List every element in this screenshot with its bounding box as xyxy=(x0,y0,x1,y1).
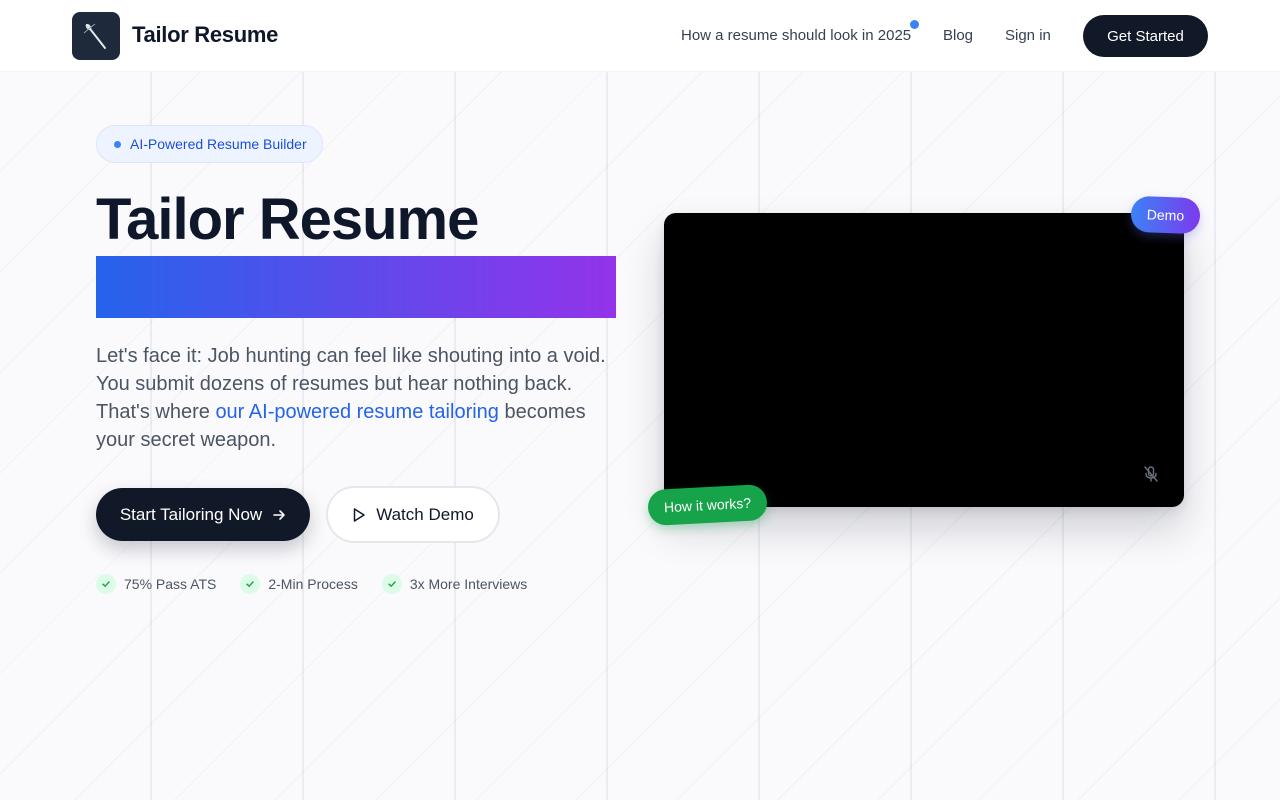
brand-name[interactable]: Tailor Resume xyxy=(132,22,278,48)
how-it-works-tag[interactable]: How it works? xyxy=(647,483,768,527)
gradient-highlight-bar xyxy=(96,256,616,318)
stat-label: 75% Pass ATS xyxy=(124,576,217,592)
stats-row: 75% Pass ATS 2-Min Process 3x More Inter… xyxy=(96,574,527,594)
nav-link-resume-2025[interactable]: How a resume should look in 2025 xyxy=(681,27,911,44)
check-icon xyxy=(381,574,402,594)
arrow-right-icon xyxy=(273,509,285,520)
play-icon xyxy=(353,507,365,522)
ai-tailoring-link[interactable]: our AI-powered resume tailoring xyxy=(215,401,498,423)
start-tailoring-label: Start Tailoring Now xyxy=(119,504,263,524)
watch-demo-button[interactable]: Watch Demo xyxy=(326,486,500,543)
ai-badge: AI-Powered Resume Builder xyxy=(96,125,323,163)
watch-demo-label: Watch Demo xyxy=(376,504,474,524)
stat-item: 3x More Interviews xyxy=(381,574,528,594)
nav-link-sign-in[interactable]: Sign in xyxy=(1005,27,1051,44)
check-icon xyxy=(240,574,261,594)
hero-description: Let's face it: Job hunting can feel like… xyxy=(96,342,626,454)
badge-dot xyxy=(114,140,121,148)
demo-tag: Demo xyxy=(1130,195,1201,235)
logo[interactable] xyxy=(72,12,120,60)
new-indicator-dot xyxy=(910,20,919,29)
start-tailoring-button[interactable]: Start Tailoring Now xyxy=(96,488,310,541)
stat-label: 3x More Interviews xyxy=(409,576,528,592)
stat-label: 2-Min Process xyxy=(268,576,358,592)
demo-video-player[interactable] xyxy=(664,213,1184,507)
needle-icon xyxy=(83,23,106,49)
stat-item: 2-Min Process xyxy=(240,574,358,594)
stat-item: 75% Pass ATS xyxy=(96,574,216,594)
get-started-button[interactable]: Get Started xyxy=(1083,15,1208,57)
top-navbar: Tailor Resume How a resume should look i… xyxy=(0,0,1280,72)
badge-label: AI-Powered Resume Builder xyxy=(130,136,307,152)
nav-link-blog[interactable]: Blog xyxy=(943,27,973,44)
hero-title: Tailor Resume xyxy=(96,187,479,252)
check-icon xyxy=(96,574,116,594)
mute-mic-icon[interactable] xyxy=(1142,465,1160,483)
